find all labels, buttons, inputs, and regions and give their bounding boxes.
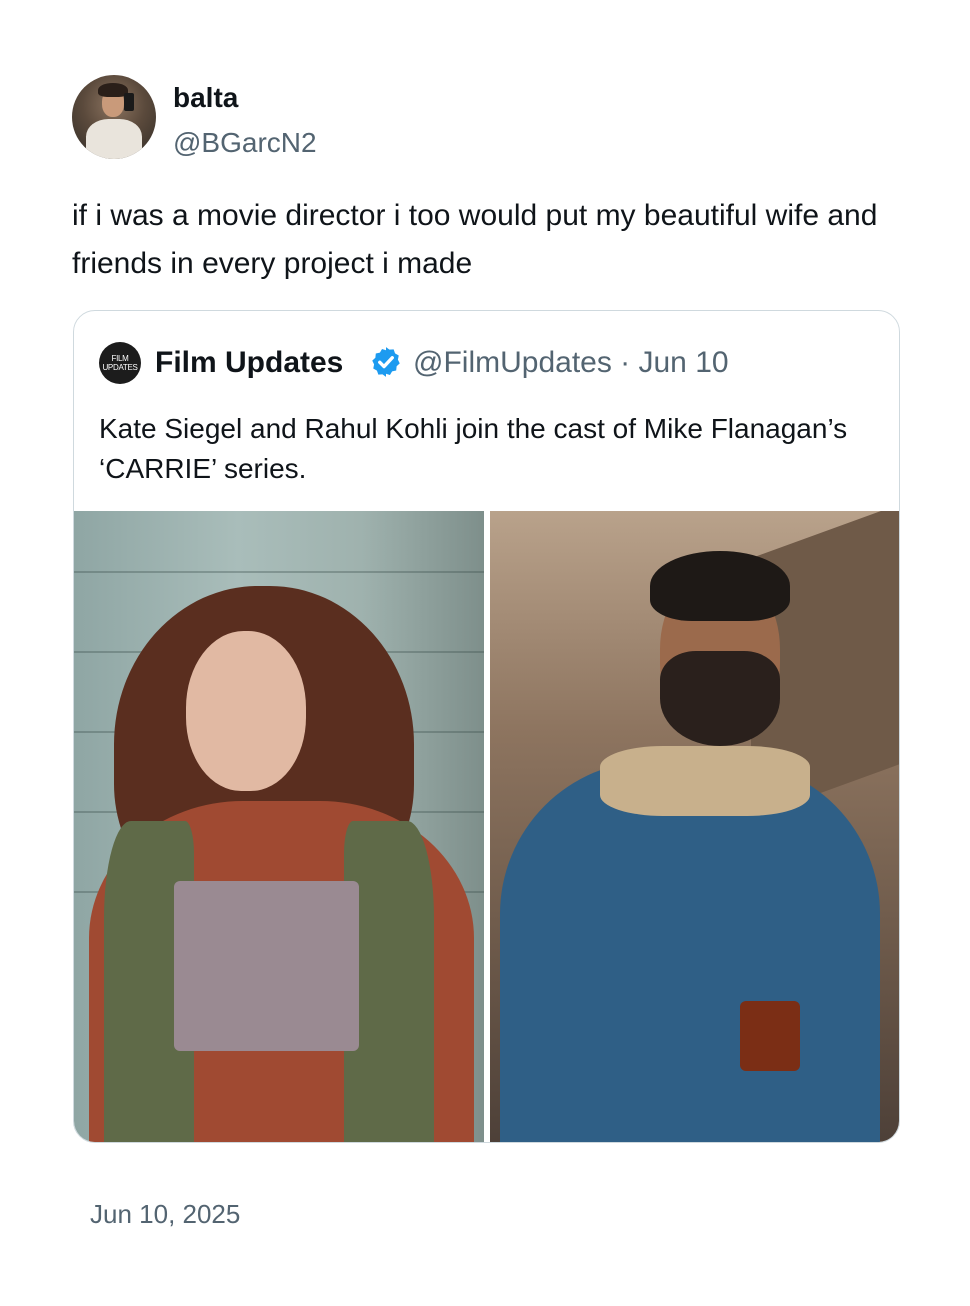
tweet-text: if i was a movie director i too would pu… [72, 199, 878, 280]
media-grid [74, 511, 899, 1142]
man-hair [650, 551, 790, 621]
quoted-author-name[interactable]: Film Updates [155, 344, 343, 382]
author-avatar[interactable] [72, 75, 156, 159]
coffee-mug [740, 1001, 800, 1071]
author-handle[interactable]: @BGarcN2 [173, 125, 317, 161]
photo-woman[interactable] [74, 511, 484, 1142]
quoted-author-avatar[interactable]: FILM UPDATES [99, 342, 141, 384]
man-jacket-collar [600, 746, 810, 816]
photo-man[interactable] [490, 511, 899, 1142]
tweet-date[interactable]: Jun 10, 2025 [90, 1196, 240, 1232]
avatar-phone [124, 93, 134, 111]
quoted-meta: @FilmUpdates · Jun 10 [413, 346, 729, 379]
wall-plank [74, 571, 484, 573]
author-name[interactable]: balta [173, 80, 238, 116]
woman-face [186, 631, 306, 791]
quoted-tweet-text: Kate Siegel and Rahul Kohli join the cas… [99, 413, 848, 484]
avatar-body [86, 119, 142, 159]
quoted-tweet[interactable]: FILM UPDATES Film Updates @FilmUpdates ·… [73, 310, 900, 1143]
verified-badge-icon [372, 347, 400, 377]
man-beard [660, 651, 780, 746]
man-denim-jacket [500, 761, 880, 1142]
woman-knit-top [174, 881, 359, 1051]
